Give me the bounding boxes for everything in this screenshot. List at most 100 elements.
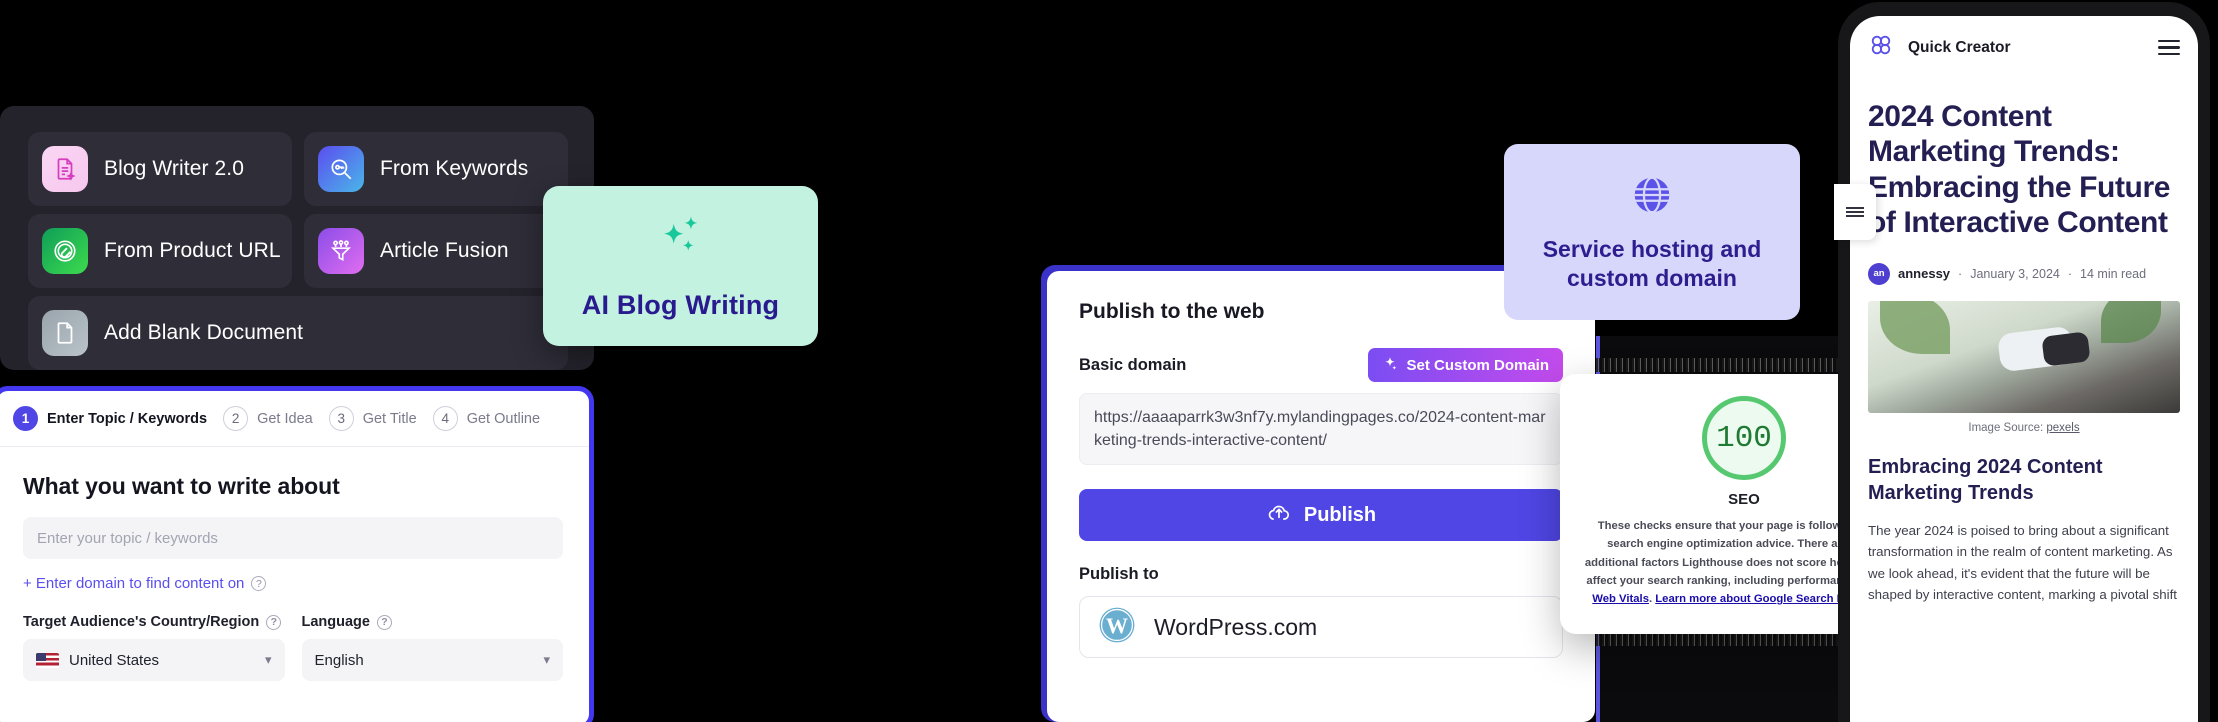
chevron-down-icon: ▾ [264, 652, 272, 667]
document-type-panel: Blog Writer 2.0 From Keywords From Produ… [0, 106, 594, 370]
wizard-step-3[interactable]: 3 Get Title [328, 406, 417, 431]
phone-article-date: January 3, 2024 [1970, 266, 2060, 281]
phone-body-paragraph: The year 2024 is poised to bring about a… [1868, 522, 2177, 603]
option-label: Add Blank Document [104, 321, 304, 344]
language-select[interactable]: English ▾ [301, 639, 563, 681]
service-hosting-title-line1: Service hosting and [1542, 235, 1762, 262]
topic-keywords-input[interactable] [23, 517, 563, 559]
basic-domain-row: Basic domain Set Custom Domain [1047, 348, 1595, 382]
image-source-link[interactable]: pexels [2046, 422, 2079, 434]
country-label: Target Audience's Country/Region [23, 614, 260, 630]
step-label: Enter Topic / Keywords [47, 410, 208, 427]
language-label: Language [301, 614, 370, 630]
published-url-field[interactable]: https://aaaaparrk3w3nf7y.mylandingpages.… [1079, 393, 1563, 466]
help-icon[interactable]: ? [376, 614, 392, 630]
basic-domain-label: Basic domain [1079, 355, 1187, 374]
ai-blog-writing-card[interactable]: AI Blog Writing [543, 186, 818, 346]
wizard-selectors-row: Target Audience's Country/Region ? Unite… [23, 614, 563, 681]
option-blog-writer[interactable]: Blog Writer 2.0 [28, 132, 292, 206]
option-add-blank-document[interactable]: Add Blank Document [28, 296, 568, 370]
step-number: 4 [432, 406, 458, 431]
funnel-icon [318, 228, 364, 274]
language-label-row: Language ? [302, 614, 564, 630]
option-from-product-url[interactable]: From Product URL [28, 214, 292, 288]
service-hosting-card[interactable]: Service hosting and custom domain [1504, 144, 1800, 320]
publish-button-label: Publish [1303, 503, 1377, 526]
service-hosting-title-line2: custom domain [1567, 264, 1737, 291]
help-icon[interactable]: ? [266, 614, 282, 630]
screenshot-stage: Blog Writer 2.0 From Keywords From Produ… [0, 0, 2218, 722]
meta-separator: · [2067, 266, 2073, 281]
us-flag-icon [36, 652, 59, 668]
phone-article-hero-image [1868, 300, 2180, 413]
blog-wizard-panel: 1 Enter Topic / Keywords 2 Get Idea 3 Ge… [0, 386, 594, 722]
wizard-step-2[interactable]: 2 Get Idea [223, 406, 313, 431]
step-number: 1 [13, 406, 38, 431]
phone-article-meta: an annessy · January 3, 2024 · 14 min re… [1850, 241, 2198, 285]
help-icon[interactable]: ? [251, 576, 267, 591]
option-label: Article Fusion [380, 239, 509, 262]
blank-document-icon [42, 310, 88, 356]
step-label: Get Title [362, 410, 417, 427]
set-custom-domain-label: Set Custom Domain [1406, 356, 1549, 374]
publish-destination-wordpress[interactable]: W WordPress.com [1079, 596, 1563, 659]
phone-article-title: 2024 Content Marketing Trends: Embracing… [1868, 100, 2171, 240]
globe-icon [1629, 172, 1675, 223]
service-hosting-title: Service hosting and custom domain [1543, 235, 1762, 293]
phone-image-credit: Image Source: pexels [1850, 422, 2198, 434]
ai-blog-writing-title: AI Blog Writing [581, 290, 780, 320]
document-type-grid: Blog Writer 2.0 From Keywords From Produ… [28, 132, 568, 370]
country-label-row: Target Audience's Country/Region ? [23, 614, 285, 630]
publish-to-label: Publish to [1079, 565, 1159, 584]
step-number: 3 [328, 406, 354, 431]
enter-domain-label: + Enter domain to find content on [23, 575, 245, 592]
option-label: Blog Writer 2.0 [104, 157, 244, 180]
sparkles-icon [652, 211, 710, 274]
seo-score-ring: 100 [1702, 396, 1786, 480]
wizard-step-1[interactable]: 1 Enter Topic / Keywords [13, 406, 207, 431]
country-select[interactable]: United States ▾ [23, 639, 285, 681]
phone-screen: Quick Creator 2024 Content Marketing Tre… [1850, 16, 2198, 722]
wizard-stepper: 1 Enter Topic / Keywords 2 Get Idea 3 Ge… [0, 391, 589, 447]
wizard-heading: What you want to write about [23, 473, 340, 499]
option-article-fusion[interactable]: Article Fusion [304, 214, 568, 288]
phone-brand-name: Quick Creator [1908, 38, 2011, 56]
background-device-noise-bottom [1596, 632, 1842, 646]
country-value: United States [69, 651, 160, 669]
phone-site-header: Quick Creator [1850, 16, 2198, 69]
step-label: Get Idea [257, 410, 313, 427]
phone-section-heading: Embracing 2024 Content Marketing Trends [1868, 455, 2103, 504]
language-field: Language ? English ▾ [301, 614, 564, 681]
background-device-noise-top [1596, 358, 1842, 372]
wizard-step-4[interactable]: 4 Get Outline [432, 406, 541, 431]
step-number: 2 [223, 406, 249, 431]
option-label: From Keywords [380, 157, 529, 180]
svg-text:W: W [1106, 613, 1128, 638]
option-from-keywords[interactable]: From Keywords [304, 132, 568, 206]
meta-separator: · [1958, 266, 1963, 281]
wizard-body: What you want to write about + Enter dom… [0, 447, 589, 681]
wordpress-icon: W [1098, 606, 1136, 649]
image-source-prefix: Image Source: [1968, 421, 2047, 434]
publish-button[interactable]: Publish [1079, 489, 1563, 542]
language-value: English [314, 651, 364, 669]
magnifier-key-icon [318, 146, 364, 192]
destination-name: WordPress.com [1154, 613, 1318, 640]
document-sparkle-icon [42, 146, 88, 192]
set-custom-domain-button[interactable]: Set Custom Domain [1368, 348, 1563, 382]
enter-domain-link[interactable]: + Enter domain to find content on ? [23, 575, 563, 592]
country-field: Target Audience's Country/Region ? Unite… [23, 614, 285, 681]
seo-score-value: 100 [1716, 420, 1772, 456]
quick-creator-logo-icon [1868, 32, 1894, 63]
hamburger-menu-icon[interactable] [2158, 40, 2180, 55]
step-label: Get Outline [466, 410, 541, 427]
sparkle-icon [1382, 355, 1398, 375]
publish-panel: Publish to the web Basic domain Set Cust… [1047, 271, 1595, 722]
link-circle-icon [42, 228, 88, 274]
phone-author-name: annessy [1898, 266, 1951, 282]
chevron-down-icon: ▾ [543, 652, 550, 667]
avatar: an [1868, 262, 1890, 285]
phone-mockup: Quick Creator 2024 Content Marketing Tre… [1834, 2, 2210, 722]
side-menu-icon[interactable] [1834, 184, 1876, 240]
option-label: From Product URL [104, 239, 281, 262]
